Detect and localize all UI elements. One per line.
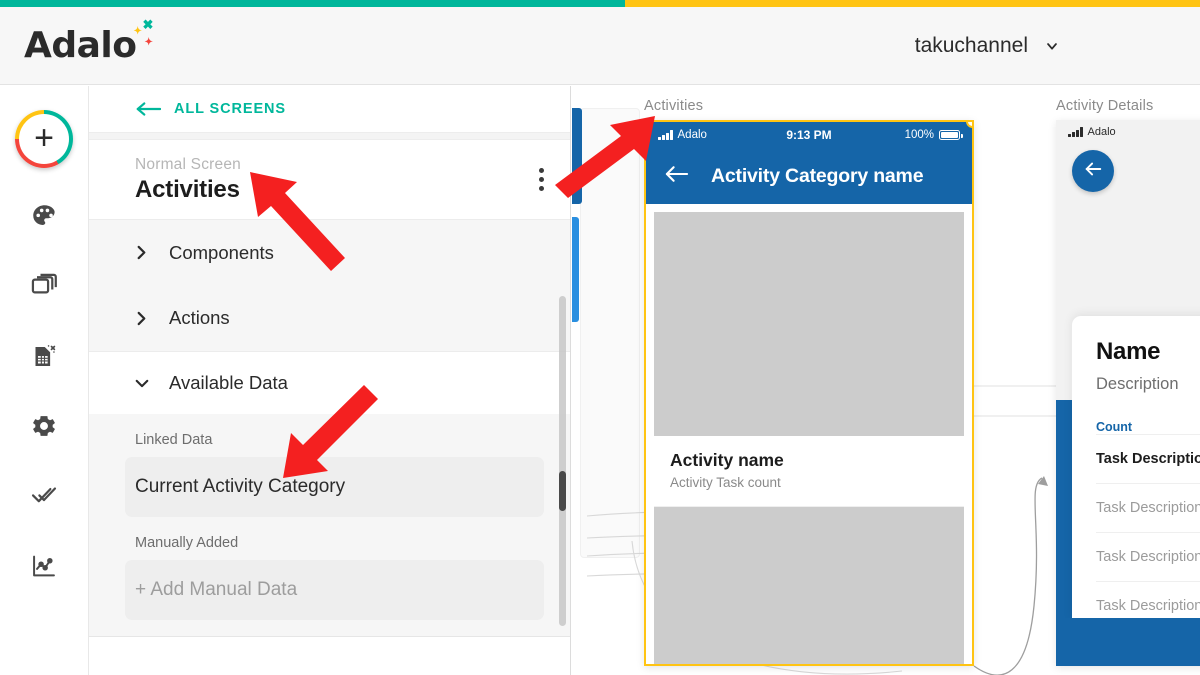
phone-frame-activities[interactable]: Adalo 9:13 PM 100% Activity Category nam [644,120,974,666]
floating-back-button[interactable] [1072,150,1114,192]
logo-wordmark: Adalo [24,25,137,66]
app-header: Adalo ✖ ✦ ✦ takuchannel [0,7,1200,85]
carrier-label: Adalo [1087,126,1116,138]
offscreen-artboard-appbar [572,108,582,204]
artboard-label: Activities [644,98,704,114]
status-bar-right: 100% [904,129,963,141]
sparkle-dot-yellow-icon: ✦ [133,25,142,37]
status-bar: Adalo [1056,120,1200,144]
left-icon-rail: + [0,86,89,675]
list-item-subtitle: Activity Task count [670,475,781,490]
app-bar-title: Activity Category name [711,164,924,187]
image-placeholder [654,507,964,664]
offscreen-artboard-card [580,108,640,558]
bottom-bar [1056,618,1200,666]
image-placeholder [654,212,964,436]
scrollbar-thumb[interactable] [559,471,566,511]
adalo-editor-window: Adalo ✖ ✦ ✦ takuchannel + ALL SCREENS No… [0,0,1200,675]
list-item[interactable]: Task Description [1096,532,1200,581]
top-accent-bar [0,0,1200,7]
add-button[interactable]: + [15,110,73,168]
status-bar: Adalo 9:13 PM 100% [646,122,972,148]
accent-yellow-segment [625,0,1200,7]
list-item[interactable]: Task Description [1096,483,1200,532]
page-title: Activities [135,176,240,203]
section-available-data[interactable]: Available Data [89,352,570,414]
battery-icon [939,130,963,140]
app-bar: Activity Category name [646,148,972,204]
scrollbar-track [559,296,566,626]
detail-name: Name [1096,338,1161,365]
list-item[interactable]: Activity name Activity Task count [654,436,964,507]
chevron-down-icon [135,376,149,390]
signal-bars-icon [1068,127,1083,137]
manually-added-group: Manually Added + Add Manual Data [89,517,570,636]
screen-title-block: Normal Screen Activities [89,140,570,219]
screen-body: Activity name Activity Task count [646,204,972,664]
sections-accordion: Components Actions [89,219,570,351]
panel-scrollbar[interactable] [559,296,566,626]
section-components[interactable]: Components [89,219,570,285]
linked-data-item-current-activity-category[interactable]: Current Activity Category [125,457,544,517]
artboard-label: Activity Details [1056,98,1154,114]
section-components-label: Components [169,241,274,263]
chevron-down-icon [1044,38,1060,54]
linked-data-label: Linked Data [135,432,213,448]
phone-frame-activity-details[interactable]: Adalo Name Description Count Task Descri… [1056,120,1200,666]
more-vertical-icon[interactable] [539,168,544,191]
panel-bottom-divider [89,636,570,637]
panel-divider [89,132,570,140]
screens-icon[interactable] [22,264,66,308]
available-data-section: Available Data Linked Data Current Activ… [89,351,570,637]
chevron-right-icon [135,311,149,325]
manually-added-label: Manually Added [135,535,239,551]
database-icon[interactable] [22,334,66,378]
add-manual-data-button[interactable]: + Add Manual Data [125,560,544,620]
sparkle-dot-red-icon: ✦ [144,36,153,48]
detail-count-label: Count [1096,420,1133,434]
battery-percent-label: 100% [904,129,934,141]
section-actions-label: Actions [169,307,230,328]
design-canvas[interactable]: Activities Adalo 9:13 PM 100% Activity C… [572,86,1200,675]
screen-kind-label: Normal Screen [135,156,241,173]
list-item-title: Activity name [670,450,784,470]
gear-icon[interactable] [22,404,66,448]
sparkle-x-icon: ✖ [142,16,154,32]
arrow-left-icon[interactable] [664,165,689,188]
artboard-activity-details[interactable]: Activity Details Adalo Name Description … [1056,98,1200,666]
plus-icon: + [34,118,54,157]
all-screens-back[interactable]: ALL SCREENS [89,86,570,132]
chevron-right-icon [135,245,149,260]
account-menu[interactable]: takuchannel [915,34,1060,58]
screen-properties-panel: ALL SCREENS Normal Screen Activities Com… [89,86,571,675]
section-actions[interactable]: Actions [89,285,570,351]
linked-data-group: Linked Data Current Activity Category [89,414,570,517]
list-item[interactable]: Task Description [1096,434,1200,483]
offscreen-artboard-accent [572,217,579,322]
section-available-data-label: Available Data [169,372,288,393]
accent-teal-segment [0,0,625,7]
account-name-label: takuchannel [914,33,1028,57]
analytics-icon[interactable] [22,544,66,588]
adalo-logo[interactable]: Adalo ✖ ✦ ✦ [24,18,153,67]
details-sheet: Name Description Count Task Description … [1072,316,1200,621]
arrow-left-icon [135,101,161,117]
all-screens-label: ALL SCREENS [174,101,286,117]
artboard-activities[interactable]: Activities Adalo 9:13 PM 100% Activity C… [644,98,974,666]
double-check-icon[interactable] [22,474,66,518]
detail-description: Description [1096,375,1179,393]
palette-icon[interactable] [22,194,66,238]
arrow-left-icon [1083,161,1103,182]
